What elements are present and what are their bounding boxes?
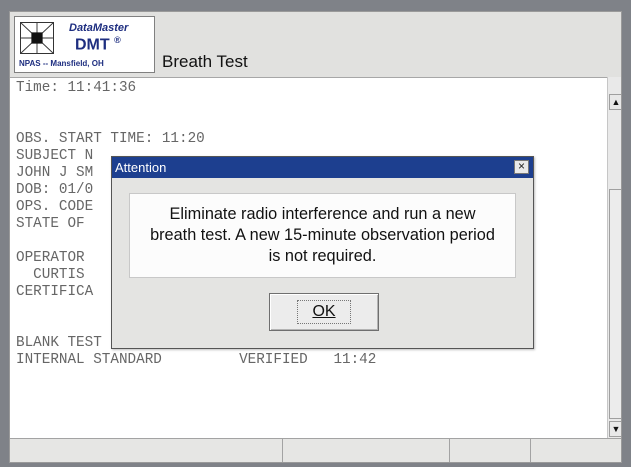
- log-line: Time: 11:41:36: [16, 80, 137, 96]
- bottom-bar-cell[interactable]: [531, 439, 621, 462]
- ok-button[interactable]: OK: [269, 293, 379, 331]
- dialog-title: Attention: [115, 160, 167, 175]
- up-arrow-icon[interactable]: ▲: [609, 94, 621, 110]
- bottom-button-bar: [10, 438, 621, 462]
- log-scrollbar[interactable]: ▲ ▼: [607, 77, 621, 438]
- log-line: OBS. START TIME: 11:20: [16, 131, 205, 147]
- log-line: STATE OF: [16, 216, 85, 232]
- ok-button-label: OK: [297, 300, 351, 324]
- dialog-message-box: Eliminate radio interference and run a n…: [129, 193, 516, 278]
- dialog-title-bar: Attention ×: [112, 157, 533, 178]
- bottom-bar-cell[interactable]: [450, 439, 531, 462]
- logo-registered-mark: ®: [114, 35, 121, 45]
- dialog-message: Eliminate radio interference and run a n…: [150, 205, 495, 265]
- log-line: JOHN J SM: [16, 165, 94, 181]
- log-line: OPERATOR: [16, 250, 85, 266]
- page-title: Breath Test: [162, 52, 248, 71]
- datamaster-logo: DataMaster DMT ® NPAS -- Mansfield, OH: [14, 16, 155, 73]
- log-line: CERTIFICA: [16, 284, 94, 300]
- logo-model-name: DMT: [75, 36, 110, 54]
- log-line: INTERNAL STANDARD VERIFIED 11:42: [16, 352, 377, 368]
- close-icon[interactable]: ×: [514, 160, 529, 174]
- attention-dialog: Attention × Eliminate radio interference…: [111, 156, 534, 349]
- logo-mark-icon: [20, 22, 54, 54]
- bottom-bar-cell[interactable]: [10, 439, 283, 462]
- log-line: CURTIS: [16, 267, 85, 283]
- log-line: OPS. CODE: [16, 199, 94, 215]
- bottom-bar-cell[interactable]: [283, 439, 450, 462]
- header: DataMaster DMT ® NPAS -- Mansfield, OH B…: [10, 12, 621, 77]
- log-line: DOB: 01/0: [16, 182, 94, 198]
- down-arrow-icon[interactable]: ▼: [609, 421, 621, 437]
- logo-location-text: NPAS -- Mansfield, OH: [19, 59, 104, 68]
- logo-model-text: DMT ®: [75, 35, 121, 54]
- log-line: SUBJECT N: [16, 148, 94, 164]
- logo-brand-text: DataMaster: [69, 22, 129, 34]
- scrollbar-thumb[interactable]: [609, 189, 621, 419]
